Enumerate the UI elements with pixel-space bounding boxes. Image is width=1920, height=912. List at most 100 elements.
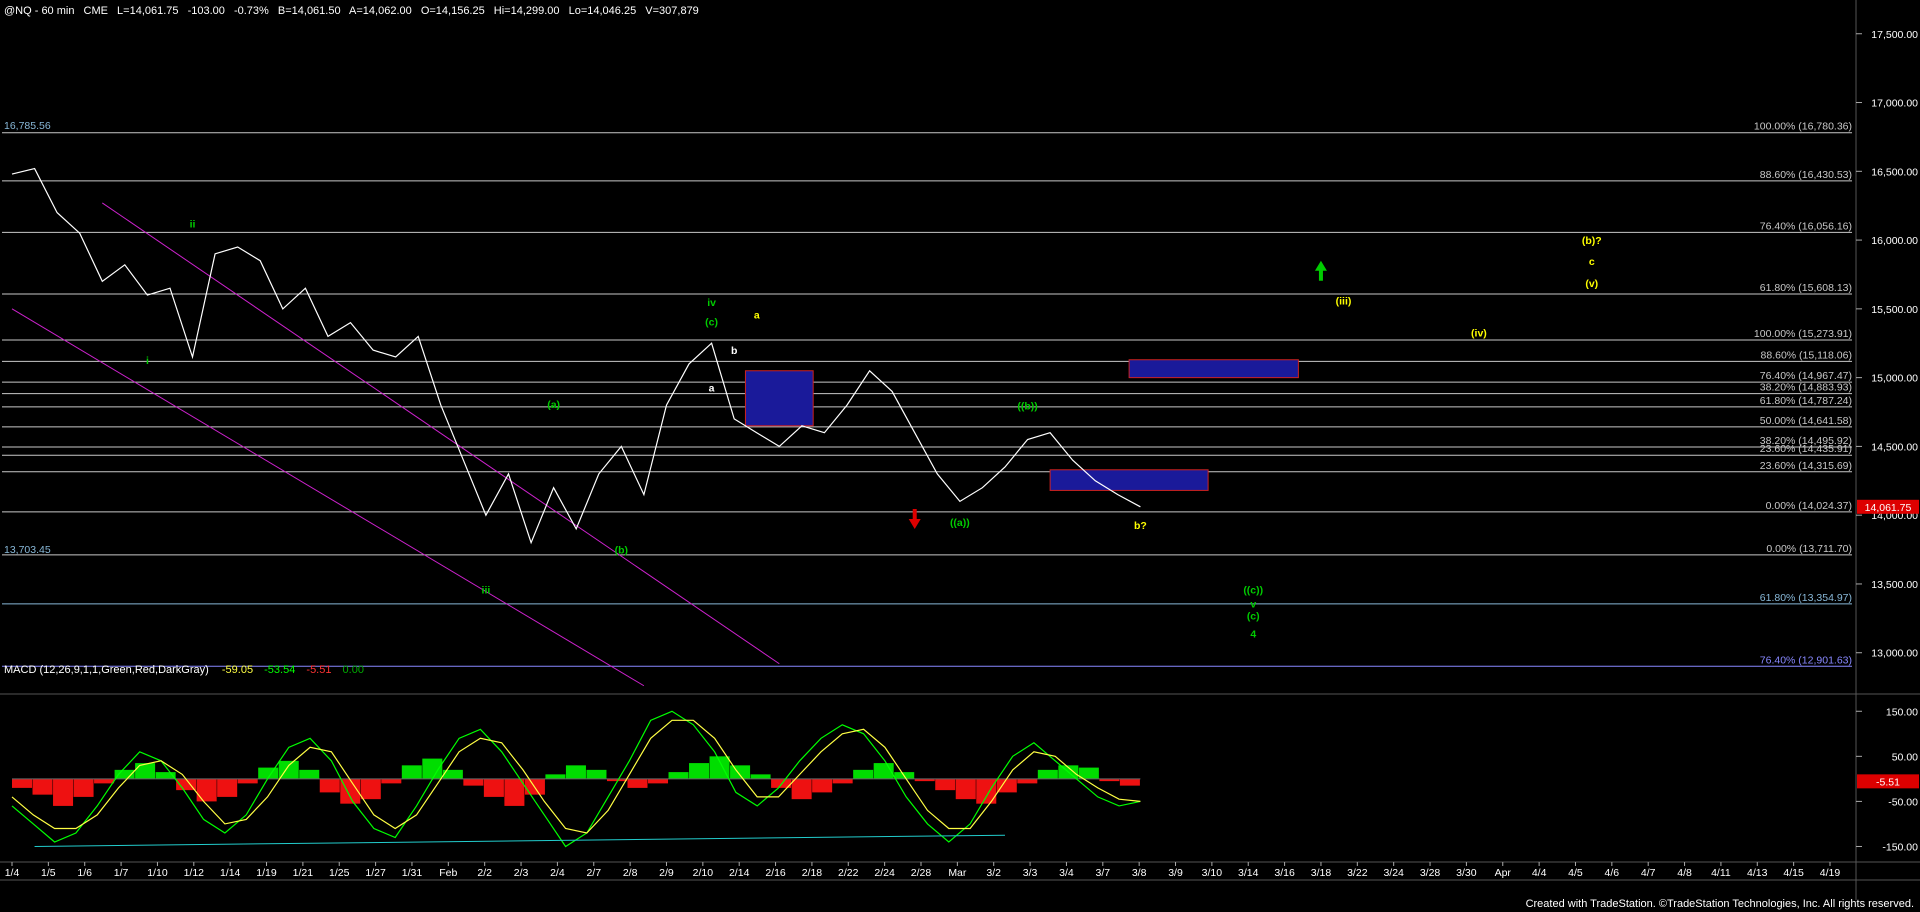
x-tick-label: 3/9 — [1168, 867, 1183, 879]
x-tick-label: 1/27 — [365, 867, 386, 879]
wave-label: ((b)) — [1017, 400, 1037, 412]
wave-label: b? — [1134, 520, 1147, 532]
macd-histogram-bar — [545, 774, 566, 779]
x-tick-label: 3/10 — [1202, 867, 1223, 879]
price-change-pct: -0.73% — [234, 5, 269, 17]
macd-histogram-bar — [1037, 769, 1058, 779]
macd-histogram-bar — [463, 778, 484, 786]
macd-histogram-bar — [668, 772, 689, 779]
wave-label: c — [1589, 256, 1595, 268]
macd-histogram-bar — [360, 778, 381, 800]
x-tick-label: 4/19 — [1820, 867, 1841, 879]
macd-histogram-bar — [483, 778, 504, 797]
x-tick-label: 1/14 — [220, 867, 241, 879]
macd-histogram-bar — [853, 769, 874, 779]
wave-label: (b)? — [1582, 235, 1602, 247]
y-tick-label: 15,000.00 — [1871, 373, 1918, 385]
wave-label: (a) — [547, 399, 560, 411]
macd-histogram-bar — [976, 778, 997, 804]
x-tick-label: 3/14 — [1238, 867, 1259, 879]
x-tick-label: 2/9 — [659, 867, 674, 879]
wave-label: ((a)) — [950, 517, 970, 529]
x-tick-label: 2/8 — [623, 867, 638, 879]
macd-histogram-bar — [381, 778, 402, 784]
footer-credit: Created with TradeStation. ©TradeStation… — [1526, 898, 1914, 910]
fib-label: 100.00% (15,273.91) — [1754, 328, 1852, 340]
macd-y-tick-label: -50.00 — [1888, 796, 1918, 808]
wave-label: b — [731, 345, 737, 357]
wave-label: (c) — [1247, 611, 1260, 623]
macd-y-tick-label: -150.00 — [1882, 841, 1918, 853]
macd-histogram-bar — [422, 758, 443, 779]
fib-label: 76.40% (16,056.16) — [1760, 220, 1852, 232]
x-tick-label: 4/7 — [1641, 867, 1656, 879]
macd-histogram-bar — [1119, 778, 1140, 786]
price-change: -103.00 — [188, 5, 225, 17]
fib-label: 61.80% (13,354.97) — [1760, 592, 1852, 604]
macd-y-tick-label: 50.00 — [1892, 751, 1918, 763]
y-tick-label: 13,000.00 — [1871, 648, 1918, 660]
x-tick-label: 2/28 — [911, 867, 932, 879]
x-tick-label: 2/24 — [874, 867, 895, 879]
fib-label: 0.00% (13,711.70) — [1766, 543, 1852, 555]
macd-histogram-bar — [812, 778, 833, 793]
wave-label: iv — [707, 297, 716, 309]
x-tick-label: 4/4 — [1532, 867, 1547, 879]
y-tick-label: 14,500.00 — [1871, 441, 1918, 453]
macd-histogram-bar — [955, 778, 976, 800]
symbol-label: @NQ - 60 min — [4, 5, 74, 17]
macd-histogram-bar — [73, 778, 94, 797]
wave-label: (b) — [615, 545, 628, 557]
macd-histogram-bar — [12, 778, 33, 788]
wave-label: i — [146, 355, 149, 367]
y-tick-label: 16,500.00 — [1871, 166, 1918, 178]
x-tick-label: 3/7 — [1095, 867, 1110, 879]
x-tick-label: 2/16 — [765, 867, 786, 879]
x-tick-label: Feb — [439, 867, 457, 879]
macd-histogram-bar — [750, 774, 771, 779]
fib-label: 88.60% (15,118.06) — [1761, 349, 1852, 361]
x-tick-label: 3/16 — [1274, 867, 1295, 879]
x-tick-label: 4/6 — [1605, 867, 1620, 879]
macd-histogram-bar — [217, 778, 238, 797]
macd-histogram-bar — [935, 778, 956, 791]
fib-label: 61.80% (15,608.13) — [1760, 282, 1852, 294]
wave-label: a — [754, 309, 760, 321]
x-tick-label: 1/21 — [293, 867, 314, 879]
x-tick-label: 1/4 — [5, 867, 20, 879]
x-tick-label: Mar — [948, 867, 967, 879]
last-price: L=14,061.75 — [117, 5, 178, 17]
x-tick-label: 3/28 — [1420, 867, 1441, 879]
x-tick-label: 3/18 — [1311, 867, 1332, 879]
y-tick-label: 17,500.00 — [1871, 29, 1918, 41]
x-tick-label: 1/12 — [184, 867, 205, 879]
x-tick-label: 2/2 — [477, 867, 492, 879]
x-tick-label: Apr — [1495, 867, 1512, 879]
macd-histogram-bar — [689, 763, 710, 779]
fib-label: 38.20% (14,883.93) — [1760, 382, 1852, 394]
x-tick-label: 1/25 — [329, 867, 350, 879]
macd-histogram-bar — [237, 778, 258, 784]
x-tick-label: 2/7 — [586, 867, 601, 879]
x-tick-label: 1/31 — [402, 867, 423, 879]
y-tick-label: 13,500.00 — [1871, 579, 1918, 591]
x-tick-label: 3/4 — [1059, 867, 1074, 879]
wave-label: (iv) — [1471, 327, 1487, 339]
x-tick-label: 3/8 — [1132, 867, 1147, 879]
fib-label: 23.60% (14,315.69) — [1760, 460, 1852, 472]
macd-histogram-bar — [32, 778, 53, 795]
macd-histogram-bar — [135, 763, 156, 779]
macd-histogram-bar — [791, 778, 812, 800]
fib-label: 0.00% (14,024.37) — [1766, 500, 1852, 512]
volume: V=307,879 — [645, 5, 699, 17]
y-tick-label: 17,000.00 — [1871, 98, 1918, 110]
macd-value-4: 0.00 — [343, 664, 364, 676]
price-chart: 17,500.00 17,000.00 16,500.00 16,000.00 15,5… — [0, 0, 1920, 912]
wave-label: iii — [482, 585, 491, 597]
x-tick-label: 2/22 — [838, 867, 859, 879]
fib-label: 100.00% (16,780.36) — [1754, 121, 1852, 133]
fib-label: 23.60% (14,435.91) — [1760, 443, 1852, 455]
macd-value-2: -53.54 — [264, 664, 295, 676]
macd-label: MACD (12,26,9,1,1,Green,Red,DarkGray) — [4, 664, 209, 676]
x-tick-label: 3/22 — [1347, 867, 1368, 879]
